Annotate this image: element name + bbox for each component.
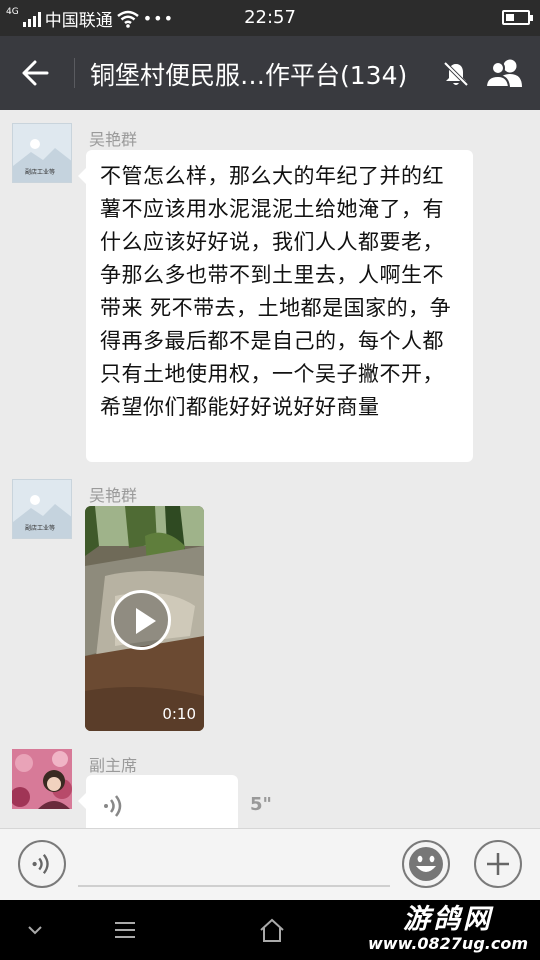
voice-message-bubble[interactable] [78,775,238,828]
avatar[interactable]: 副店工业等 [12,123,72,183]
nav-down-button[interactable] [20,914,50,946]
voice-mode-button[interactable] [18,840,66,888]
avatar[interactable]: 副店工业等 [12,479,72,539]
message-input[interactable] [78,885,390,887]
nav-home-button[interactable] [255,914,289,946]
message-list[interactable]: 副店工业等 吴艳群 不管怎么样，那么大的年纪了并的红薯不应该用水泥混泥土给她淹了… [0,110,540,828]
watermark-url: www.0827ug.com [368,934,528,953]
nav-menu-button[interactable] [110,914,140,946]
emoji-button[interactable] [402,840,450,888]
battery-icon [502,10,533,25]
clock: 22:57 [244,7,296,28]
watermark-name: 游鸽网 [403,904,493,935]
watermark: 游鸽网 www.0827ug.com [368,906,528,954]
chat-header: 铜堡村便民服…作平台(134) [0,36,540,110]
plus-icon [487,853,509,875]
more-actions-button[interactable] [474,840,522,888]
play-button[interactable] [111,590,171,650]
video-duration: 0:10 [162,705,196,723]
group-members-icon [484,59,522,88]
system-nav-bar: 游鸽网 www.0827ug.com [0,900,540,960]
sender-name: 副主席 [89,756,138,775]
sender-name: 吴艳群 [89,486,138,505]
message-text: 不管怎么样，那么大的年纪了并的红薯不应该用水泥混泥土给她淹了，有什么应该好好说，… [100,164,452,419]
chevron-down-icon [28,926,42,935]
back-arrow-icon [22,60,49,86]
home-icon [260,918,284,942]
avatar-label: 副店工业等 [25,525,56,532]
voice-mode-icon [32,854,49,874]
emoji-icon [409,847,443,881]
text-message-bubble[interactable]: 不管怎么样，那么大的年纪了并的红薯不应该用水泥混泥土给她淹了，有什么应该好好说，… [78,150,473,462]
voice-wave-icon [104,795,122,817]
video-message[interactable]: 0:10 [85,506,204,731]
mute-status-button[interactable] [436,54,476,94]
menu-icon [115,922,135,938]
avatar-photo [12,749,72,809]
avatar-label: 副店工业等 [25,169,56,176]
back-button[interactable] [10,50,60,96]
sender-name: 吴艳群 [89,130,138,149]
chat-title: 铜堡村便民服…作平台(134) [90,61,408,90]
bell-muted-icon [443,61,469,87]
header-divider [74,58,75,88]
input-bar [0,828,540,900]
status-bar: 4G 中国联通 ••• 22:57 [0,0,540,36]
group-members-button[interactable] [480,52,530,94]
voice-length: 5" [250,794,272,815]
avatar[interactable] [12,749,72,809]
